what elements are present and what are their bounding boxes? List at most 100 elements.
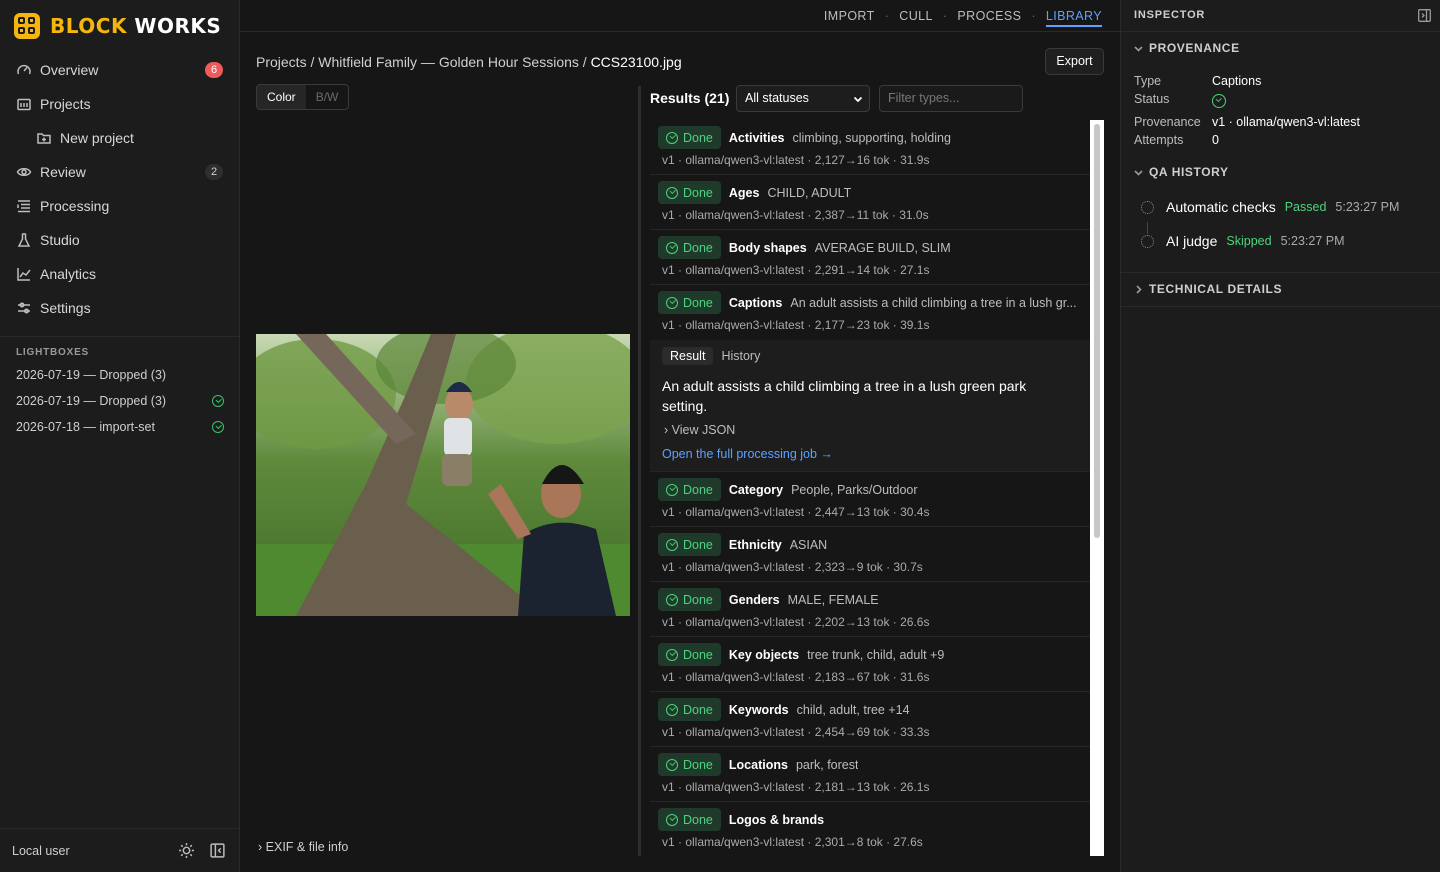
chart-icon: [17, 268, 31, 281]
status-badge: Done: [658, 643, 721, 666]
result-meta: v1 · ollama/qwen3-vl:latest · 2,181→13 t…: [662, 780, 930, 794]
nav-processing[interactable]: Processing: [0, 189, 240, 223]
breadcrumb: Projects / Whitfield Family — Golden Hou…: [256, 54, 682, 70]
result-type: Category: [728, 482, 784, 497]
result-value: An adult assists a child climbing a tree…: [790, 295, 1077, 310]
nav-overview[interactable]: Overview 6: [0, 53, 240, 87]
view-json-toggle[interactable]: › View JSON: [664, 423, 735, 437]
check-circle-icon: [666, 186, 678, 199]
result-meta: v1 · ollama/qwen3-vl:latest · 2,301→8 to…: [662, 835, 923, 849]
tab-cull[interactable]: CULL: [899, 9, 933, 27]
review-count-badge: 2: [205, 164, 223, 180]
result-value: ASIAN: [789, 537, 828, 552]
photo-preview[interactable]: [256, 334, 630, 616]
status-badge: Done: [658, 533, 721, 556]
result-value: child, adult, tree +14: [796, 702, 910, 717]
chevron-right-icon: [1136, 284, 1142, 294]
check-circle-icon: [666, 813, 678, 826]
nav-label: Processing: [40, 198, 110, 214]
exif-toggle[interactable]: › EXIF & file info: [258, 840, 348, 854]
result-value: CHILD, ADULT: [767, 185, 852, 200]
result-row[interactable]: Done Logos & brands v1 · ollama/qwen3-vl:…: [650, 802, 1090, 856]
chevron-down-icon: [853, 96, 863, 103]
user-name[interactable]: Local user: [12, 844, 70, 858]
result-value: park, forest: [795, 757, 859, 772]
chevron-down-icon: [1134, 169, 1143, 176]
check-circle-icon: [666, 703, 678, 716]
qa-history-section-toggle[interactable]: QA HISTORY: [1134, 165, 1229, 179]
export-button[interactable]: Export: [1045, 48, 1104, 75]
nav-settings[interactable]: Settings: [0, 291, 240, 325]
status-badge: Done: [658, 181, 721, 204]
chevron-down-icon: [1134, 45, 1143, 52]
result-row-selected[interactable]: Done Captions An adult assists a child cli…: [650, 285, 1090, 340]
result-meta: v1 · ollama/qwen3-vl:latest · 2,323→9 to…: [662, 560, 923, 574]
result-type: Genders: [728, 592, 780, 607]
type-filter-input[interactable]: Filter types...: [879, 85, 1023, 112]
nav-studio[interactable]: Studio: [0, 223, 240, 257]
lightboxes-title: LIGHTBOXES: [16, 347, 90, 358]
user-bar: Local user: [0, 828, 240, 872]
panel-collapse-icon[interactable]: [1418, 9, 1431, 22]
status-badge: Done: [658, 588, 721, 611]
provenance-section-toggle[interactable]: PROVENANCE: [1134, 41, 1240, 55]
result-row[interactable]: Done Key objects tree trunk, child, adult …: [650, 637, 1090, 692]
scrollbar-thumb[interactable]: [1094, 124, 1100, 538]
gauge-icon: [17, 64, 31, 75]
results-scrollbar[interactable]: [1090, 120, 1104, 856]
result-meta: v1 · ollama/qwen3-vl:latest · 2,202→13 t…: [662, 615, 930, 629]
result-row[interactable]: Done Ethnicity ASIAN v1 · ollama/qwen3-vl:…: [650, 527, 1090, 582]
results-title: Results (21): [650, 90, 730, 106]
status-badge: Done: [658, 291, 721, 314]
panel-resize-handle[interactable]: [638, 86, 641, 856]
result-type: Logos & brands: [728, 812, 825, 827]
qa-entry: Automatic checks Passed 5:23:27 PM: [1141, 199, 1399, 215]
sidebar-collapse-icon[interactable]: [209, 842, 226, 859]
nav-label: Studio: [40, 232, 80, 248]
sun-icon[interactable]: [178, 842, 195, 859]
result-row[interactable]: Done Body shapes AVERAGE BUILD, SLIM v1 · …: [650, 230, 1090, 285]
tab-library[interactable]: LIBRARY: [1045, 9, 1102, 27]
open-processing-job-link[interactable]: Open the full processing job →: [662, 447, 833, 461]
qa-entry: AI judge Skipped 5:23:27 PM: [1141, 233, 1345, 249]
check-circle-icon: [666, 593, 678, 606]
nav-label: Analytics: [40, 266, 97, 282]
color-mode-color[interactable]: Color: [257, 85, 306, 109]
exif-label: EXIF & file info: [265, 840, 349, 854]
color-mode-bw[interactable]: B/W: [306, 85, 349, 109]
breadcrumb-path[interactable]: Projects / Whitfield Family — Golden Hou…: [256, 54, 591, 70]
tab-import[interactable]: IMPORT: [824, 9, 875, 27]
check-circle-icon: [666, 131, 678, 144]
breadcrumb-current: CCS23100.jpg: [590, 54, 682, 70]
status-badge: Done: [658, 808, 721, 831]
lightbox-item[interactable]: 2026-07-19 — Dropped (3): [16, 394, 224, 408]
result-row[interactable]: Done Keywords child, adult, tree +14 v1 · …: [650, 692, 1090, 747]
result-meta: v1 · ollama/qwen3-vl:latest · 2,454→69 t…: [662, 725, 930, 739]
sidebar-divider: [0, 336, 240, 337]
nav-review[interactable]: Review 2: [0, 155, 240, 189]
lightbox-item[interactable]: 2026-07-18 — import-set: [16, 420, 224, 434]
nav-analytics[interactable]: Analytics: [0, 257, 240, 291]
inspector-divider: [1121, 31, 1440, 32]
pending-ring-icon: [1141, 234, 1154, 248]
lightbox-item[interactable]: 2026-07-19 — Dropped (3): [16, 368, 224, 382]
result-row[interactable]: Done Ages CHILD, ADULT v1 · ollama/qwen3-v…: [650, 175, 1090, 230]
technical-details-toggle[interactable]: TECHNICAL DETAILS: [1134, 282, 1282, 296]
status-filter-select[interactable]: All statuses: [736, 85, 870, 112]
check-circle-icon: [212, 395, 224, 407]
nav-projects[interactable]: Projects: [0, 87, 240, 121]
check-circle-icon: [666, 241, 678, 254]
logo[interactable]: BLOCK WORKS: [14, 13, 221, 39]
result-type: Body shapes: [728, 240, 807, 255]
result-meta: v1 · ollama/qwen3-vl:latest · 2,177→23 t…: [662, 318, 930, 332]
tab-process[interactable]: PROCESS: [957, 9, 1021, 27]
result-value: AVERAGE BUILD, SLIM: [814, 240, 951, 255]
tab-history[interactable]: History: [713, 347, 768, 365]
tab-result[interactable]: Result: [662, 347, 714, 365]
result-row[interactable]: Done Locations park, forest v1 · ollama/qw…: [650, 747, 1090, 802]
result-row[interactable]: Done Category People, Parks/Outdoor v1 · o…: [650, 472, 1090, 527]
qa-status: Skipped: [1226, 234, 1272, 248]
result-row[interactable]: Done Activities climbing, supporting, hold…: [650, 120, 1090, 175]
result-row[interactable]: Done Genders MALE, FEMALE v1 · ollama/qwen…: [650, 582, 1090, 637]
nav-new-project[interactable]: New project: [0, 121, 240, 155]
